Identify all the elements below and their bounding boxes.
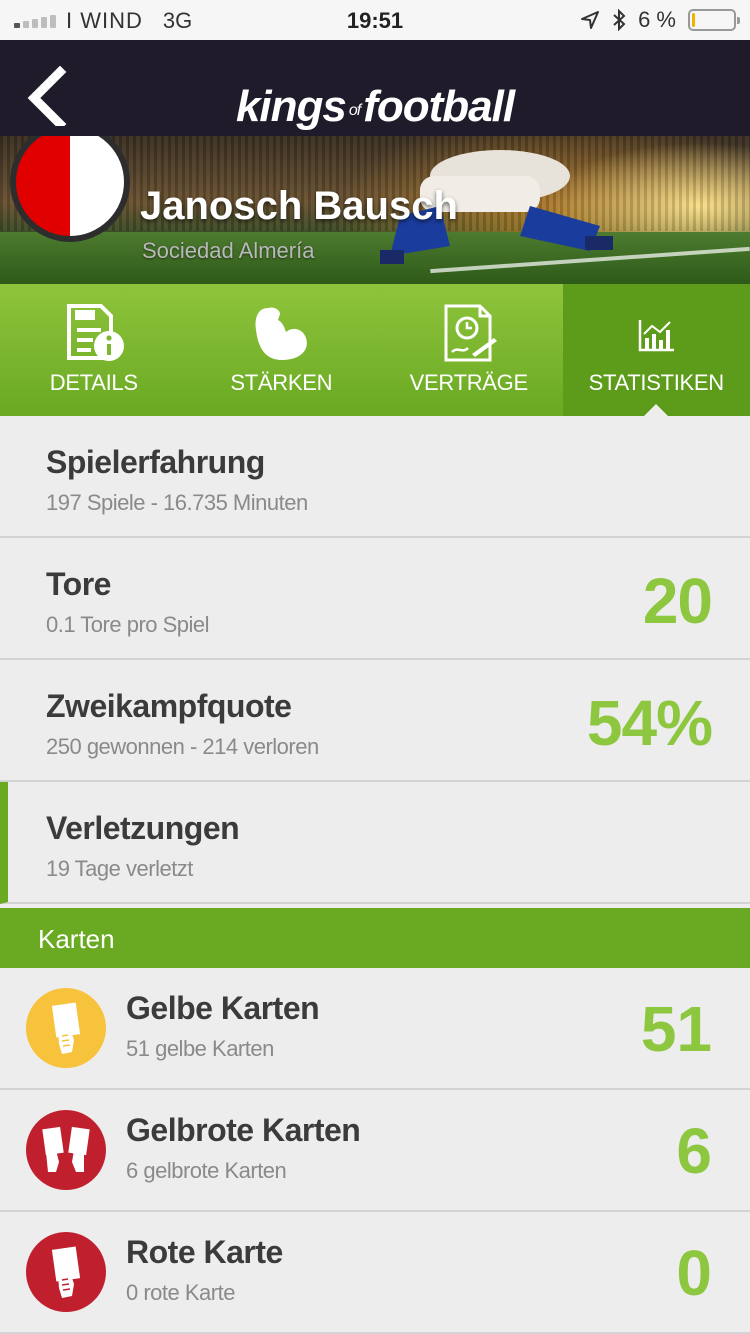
card-subtitle: 6 gelbrote Karten: [126, 1158, 287, 1183]
tab-label: STÄRKEN: [230, 370, 333, 395]
stat-subtitle: 250 gewonnen - 214 verloren: [46, 734, 319, 759]
card-value: 51: [640, 993, 712, 1065]
card-subtitle: 51 gelbe Karten: [126, 1036, 274, 1061]
section-header-karten: Karten: [0, 908, 750, 968]
bluetooth-icon: [613, 9, 626, 31]
nav-bar: kings offootball: [0, 40, 750, 136]
tab-bar: DETAILS STÄRKEN VERTRÄGE STATISTIKEN: [0, 284, 750, 416]
card-row-gelbe[interactable]: Gelbe Karten 51 gelbe Karten 51: [0, 968, 750, 1090]
card-title: Gelbe Karten: [126, 990, 320, 1026]
yellow-red-card-icon: [26, 1110, 106, 1190]
card-row-rote[interactable]: Rote Karte 0 rote Karte 0: [0, 1212, 750, 1334]
player-name: Janosch Bausch: [140, 184, 458, 228]
card-title: Rote Karte: [126, 1234, 283, 1270]
stat-value: 20: [642, 565, 713, 637]
stat-subtitle: 19 Tage verletzt: [46, 856, 193, 881]
red-card-icon: [26, 1232, 106, 1312]
stat-title: Zweikampfquote: [46, 688, 292, 724]
status-bar: I WIND 3G 19:51 6 %: [0, 0, 750, 40]
logo-of: of: [348, 102, 361, 119]
tab-staerken[interactable]: STÄRKEN: [188, 284, 376, 416]
player-banner: Janosch Bausch Sociedad Almería: [0, 136, 750, 284]
tab-vertraege[interactable]: VERTRÄGE: [375, 284, 563, 416]
status-right: 6 %: [580, 7, 740, 33]
logo-kings: kings: [235, 82, 347, 131]
logo-football: football: [363, 82, 515, 131]
stat-subtitle: 197 Spiele - 16.735 Minuten: [46, 490, 308, 515]
card-subtitle: 0 rote Karte: [126, 1280, 235, 1305]
card-value: 6: [676, 1115, 712, 1187]
stats-list: Spielerfahrung 197 Spiele - 16.735 Minut…: [0, 416, 750, 904]
stat-row-verletzungen[interactable]: Verletzungen 19 Tage verletzt: [0, 782, 750, 904]
chart-icon: [639, 320, 675, 352]
flexed-arm-icon: [255, 307, 308, 360]
stat-title: Verletzungen: [46, 810, 240, 846]
cards-list: Gelbe Karten 51 gelbe Karten 51 Gelbrote…: [0, 968, 750, 1334]
yellow-card-icon: [26, 988, 106, 1068]
stat-title: Spielerfahrung: [46, 444, 265, 480]
stat-row-spielerfahrung[interactable]: Spielerfahrung 197 Spiele - 16.735 Minut…: [0, 416, 750, 538]
stat-subtitle: 0.1 Tore pro Spiel: [46, 612, 210, 637]
card-value: 0: [676, 1237, 712, 1309]
tab-label: STATISTIKEN: [588, 370, 725, 395]
card-row-gelbrote[interactable]: Gelbrote Karten 6 gelbrote Karten 6: [0, 1090, 750, 1212]
tab-label: VERTRÄGE: [409, 370, 529, 395]
location-arrow-icon: [581, 11, 600, 29]
app-logo: kings offootball: [0, 82, 750, 132]
battery-level: [692, 13, 695, 27]
battery-percent: 6 %: [638, 7, 676, 32]
section-title: Karten: [38, 924, 115, 954]
card-title: Gelbrote Karten: [126, 1112, 361, 1148]
tab-label: DETAILS: [49, 370, 138, 395]
stat-value: 54%: [586, 687, 713, 759]
battery-icon: [688, 9, 740, 31]
stat-row-zweikampfquote[interactable]: Zweikampfquote 250 gewonnen - 214 verlor…: [0, 660, 750, 782]
contract-icon: [444, 304, 497, 362]
tab-details[interactable]: DETAILS: [0, 284, 188, 416]
document-info-icon: [66, 304, 124, 361]
stat-row-tore[interactable]: Tore 0.1 Tore pro Spiel 20: [0, 538, 750, 660]
tab-statistiken[interactable]: STATISTIKEN: [562, 284, 750, 416]
stat-title: Tore: [46, 566, 111, 602]
player-club: Sociedad Almería: [142, 238, 315, 263]
